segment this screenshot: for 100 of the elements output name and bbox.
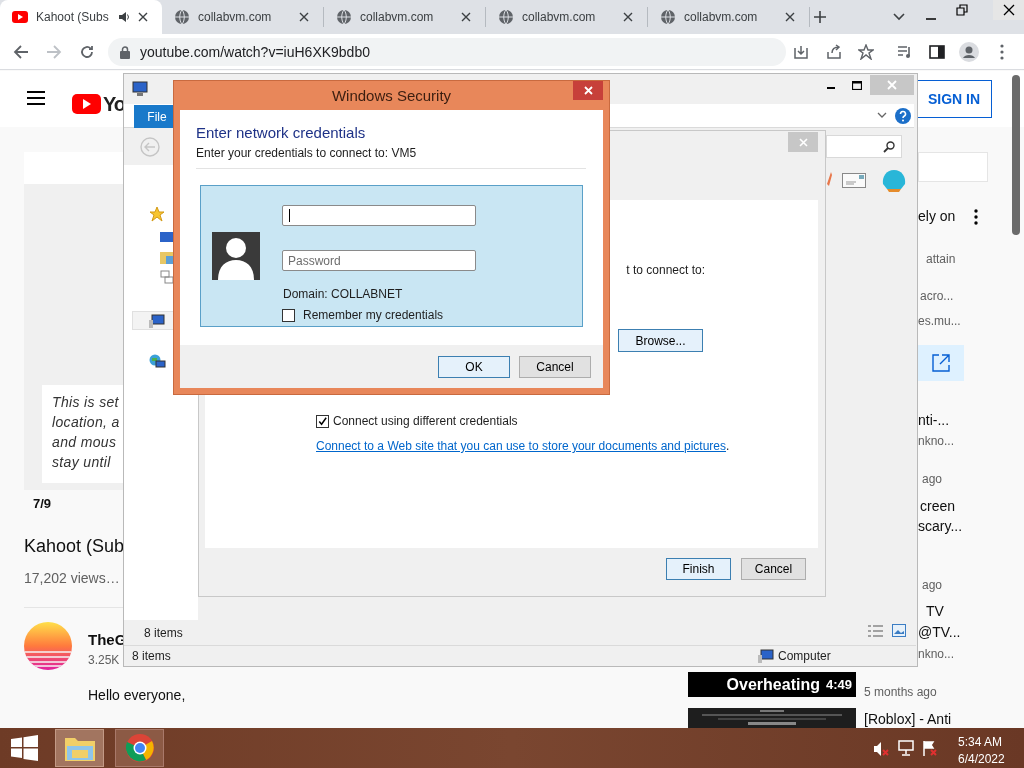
video-title[interactable]: [Roblox] - Anti <box>864 709 952 730</box>
star-icon[interactable] <box>858 44 874 60</box>
network-icon[interactable] <box>160 270 174 284</box>
video-meta: nkno... <box>918 433 955 450</box>
view-count: 17,202 views… <box>24 569 120 588</box>
browser-tab[interactable]: collabvm.com <box>162 7 324 27</box>
media-icon[interactable] <box>897 44 913 60</box>
slide-text: location, a <box>52 413 120 432</box>
email-icon[interactable] <box>842 173 866 188</box>
chrome-icon <box>124 733 155 763</box>
video-meta: es.mu... <box>918 313 961 330</box>
globe-icon <box>660 9 676 25</box>
tab-title: collabvm.com <box>522 9 597 26</box>
search-field[interactable] <box>826 135 902 158</box>
muted-speaker-icon[interactable] <box>873 741 889 757</box>
video-title[interactable]: nti-... <box>918 410 950 431</box>
external-link-icon <box>932 354 950 372</box>
computer-icon[interactable] <box>131 81 149 97</box>
browser-tab[interactable]: Kahoot (Subs <box>0 0 162 34</box>
chevron-down-icon[interactable] <box>893 12 905 22</box>
search-icon <box>883 140 895 153</box>
ok-button[interactable]: OK <box>438 356 510 378</box>
web-site-link[interactable]: Connect to a Web site that you can use to store your documents and pictures <box>316 437 726 455</box>
taskbar-button[interactable] <box>55 729 104 767</box>
globe-icon <box>174 9 190 25</box>
video-title[interactable]: @TV... <box>918 622 961 643</box>
network-icon[interactable] <box>898 740 914 756</box>
video-thumbnail[interactable]: Overheating 4:49 <box>688 672 856 697</box>
password-field[interactable]: Password <box>282 250 476 271</box>
close-button[interactable] <box>993 0 1024 20</box>
dialog-subtitle: Enter your credentials to connect to: VM5 <box>196 145 417 162</box>
close-icon <box>299 12 309 22</box>
address-bar[interactable]: youtube.com/watch?v=iuH6XK9bdb0 <box>108 38 786 66</box>
status-location: Computer <box>778 648 831 665</box>
video-title[interactable]: creen <box>920 496 956 517</box>
finish-button[interactable]: Finish <box>666 558 731 580</box>
video-meta: 5 months ago <box>864 684 937 701</box>
channel-avatar[interactable] <box>24 622 72 670</box>
play-logo-icon <box>12 11 28 23</box>
chevron-down-icon[interactable] <box>877 112 887 119</box>
desktop-icon[interactable] <box>160 232 174 244</box>
video-meta: ago <box>922 471 943 488</box>
tab-title: collabvm.com <box>684 9 759 26</box>
profile-icon[interactable] <box>959 42 979 62</box>
browse-button[interactable]: Browse... <box>618 329 703 352</box>
clock-date[interactable]: 6/4/2022 <box>958 750 1005 768</box>
computer-icon <box>149 313 165 328</box>
more-icon[interactable] <box>973 209 979 225</box>
side-panel-icon[interactable] <box>929 44 945 60</box>
video-title[interactable]: scary... <box>918 516 963 537</box>
close-icon <box>461 12 471 22</box>
slide-text: This is set <box>52 393 120 412</box>
cancel-button[interactable]: Cancel <box>741 558 806 580</box>
video-title[interactable]: TV <box>926 601 944 622</box>
new-tab-icon[interactable] <box>813 10 827 24</box>
large-icons-view-icon[interactable] <box>892 624 906 637</box>
video-duration: 4:49 <box>825 675 852 694</box>
help-icon[interactable] <box>895 108 911 124</box>
maximize-icon[interactable] <box>852 81 862 90</box>
play-logo-icon[interactable] <box>72 94 101 114</box>
username-field[interactable] <box>282 205 476 226</box>
close-icon <box>1002 4 1015 16</box>
slide-counter: 7/9 <box>33 495 52 513</box>
tab-title: Kahoot (Subs <box>36 9 110 26</box>
windows-logo-icon[interactable] <box>11 735 38 761</box>
star-icon[interactable] <box>149 206 165 222</box>
close-icon <box>623 12 633 22</box>
flag-icon[interactable] <box>922 740 938 756</box>
prompt-text: t to connect to: <box>625 262 705 279</box>
slide-text: and mous <box>52 433 118 452</box>
browser-tab[interactable]: collabvm.com <box>324 7 486 27</box>
video-meta: acro... <box>920 288 954 305</box>
cancel-button[interactable]: Cancel <box>519 356 591 378</box>
close-icon <box>785 12 795 22</box>
scrollbar-thumb[interactable] <box>1012 75 1020 235</box>
taskbar-button[interactable] <box>115 729 164 767</box>
speaker-icon <box>118 11 130 23</box>
menu-icon[interactable] <box>27 91 45 105</box>
share-icon[interactable] <box>826 44 842 60</box>
globe-icon <box>336 9 352 25</box>
domain-label: Domain: COLLABNET <box>283 286 403 303</box>
reload-icon[interactable] <box>79 44 95 60</box>
dialog-heading: Enter network credentials <box>196 123 366 143</box>
menu-icon[interactable] <box>999 44 1005 60</box>
open-link-button[interactable] <box>918 345 964 381</box>
network-globe-icon[interactable] <box>149 354 166 370</box>
back-icon[interactable] <box>13 44 29 60</box>
video-title[interactable]: ely on <box>918 206 956 227</box>
clock-time[interactable]: 5:34 AM <box>958 733 1003 751</box>
video-meta: ago <box>922 577 943 594</box>
status-text: 8 items <box>132 648 172 665</box>
remember-label: Remember my credentials <box>303 307 444 324</box>
close-icon <box>138 12 148 22</box>
restore-icon[interactable] <box>956 4 968 16</box>
browser-tab[interactable]: collabvm.com <box>486 7 648 27</box>
install-icon[interactable] <box>793 44 809 60</box>
browser-tab[interactable]: collabvm.com <box>648 7 810 27</box>
close-icon <box>583 86 593 95</box>
folder-icon[interactable] <box>160 250 174 264</box>
video-meta: nkno... <box>918 646 955 663</box>
